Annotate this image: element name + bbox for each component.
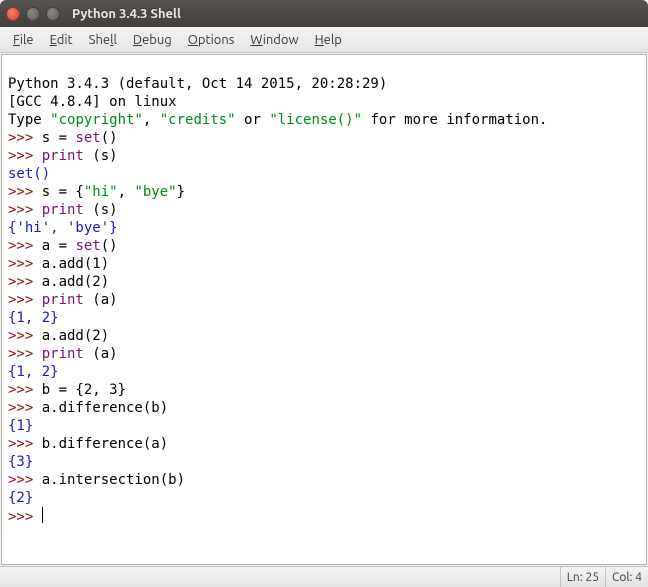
text-cursor xyxy=(42,507,43,523)
menu-window[interactable]: Window xyxy=(243,31,305,49)
prompt: >>> xyxy=(8,436,42,452)
menu-options[interactable]: Options xyxy=(181,31,242,49)
prompt: >>> xyxy=(8,346,42,362)
output: {1} xyxy=(8,418,33,434)
output: {'hi', 'bye'} xyxy=(8,220,118,236)
close-icon[interactable] xyxy=(6,7,20,21)
output: set() xyxy=(8,166,50,182)
menu-help[interactable]: Help xyxy=(308,31,349,49)
titlebar: Python 3.4.3 Shell xyxy=(0,0,648,27)
output: {1, 2} xyxy=(8,310,59,326)
prompt: >>> xyxy=(8,400,42,416)
prompt: >>> xyxy=(8,238,42,254)
window-title: Python 3.4.3 Shell xyxy=(72,7,181,21)
menu-edit[interactable]: Edit xyxy=(43,31,80,49)
status-line: Ln: 25 xyxy=(560,567,605,587)
prompt: >>> xyxy=(8,292,42,308)
prompt: >>> xyxy=(8,130,42,146)
banner-line-3: Type "copyright", "credits" or "license(… xyxy=(8,112,547,128)
status-col: Col: 4 xyxy=(605,567,648,587)
prompt: >>> xyxy=(8,472,42,488)
banner-line-1: Python 3.4.3 (default, Oct 14 2015, 20:2… xyxy=(8,76,396,92)
prompt: >>> xyxy=(8,328,42,344)
minimize-icon[interactable] xyxy=(26,7,40,21)
menu-debug[interactable]: Debug xyxy=(126,31,179,49)
editor-area[interactable]: Python 3.4.3 (default, Oct 14 2015, 20:2… xyxy=(1,54,647,565)
menu-shell[interactable]: Shell xyxy=(82,31,124,49)
prompt: >>> xyxy=(8,256,42,272)
output: {1, 2} xyxy=(8,364,59,380)
prompt: >>> xyxy=(8,202,42,218)
prompt: >>> xyxy=(8,184,42,200)
shell-text[interactable]: Python 3.4.3 (default, Oct 14 2015, 20:2… xyxy=(2,55,646,528)
menu-file[interactable]: File xyxy=(6,31,41,49)
output: {3} xyxy=(8,454,33,470)
banner-line-2: [GCC 4.8.4] on linux xyxy=(8,94,177,110)
maximize-icon[interactable] xyxy=(46,7,60,21)
menubar: File Edit Shell Debug Options Window Hel… xyxy=(0,27,648,53)
statusbar: Ln: 25 Col: 4 xyxy=(0,566,648,587)
output: {2} xyxy=(8,490,33,506)
prompt: >>> xyxy=(8,274,42,290)
prompt: >>> xyxy=(8,382,42,398)
prompt: >>> xyxy=(8,148,42,164)
prompt: >>> xyxy=(8,509,42,525)
